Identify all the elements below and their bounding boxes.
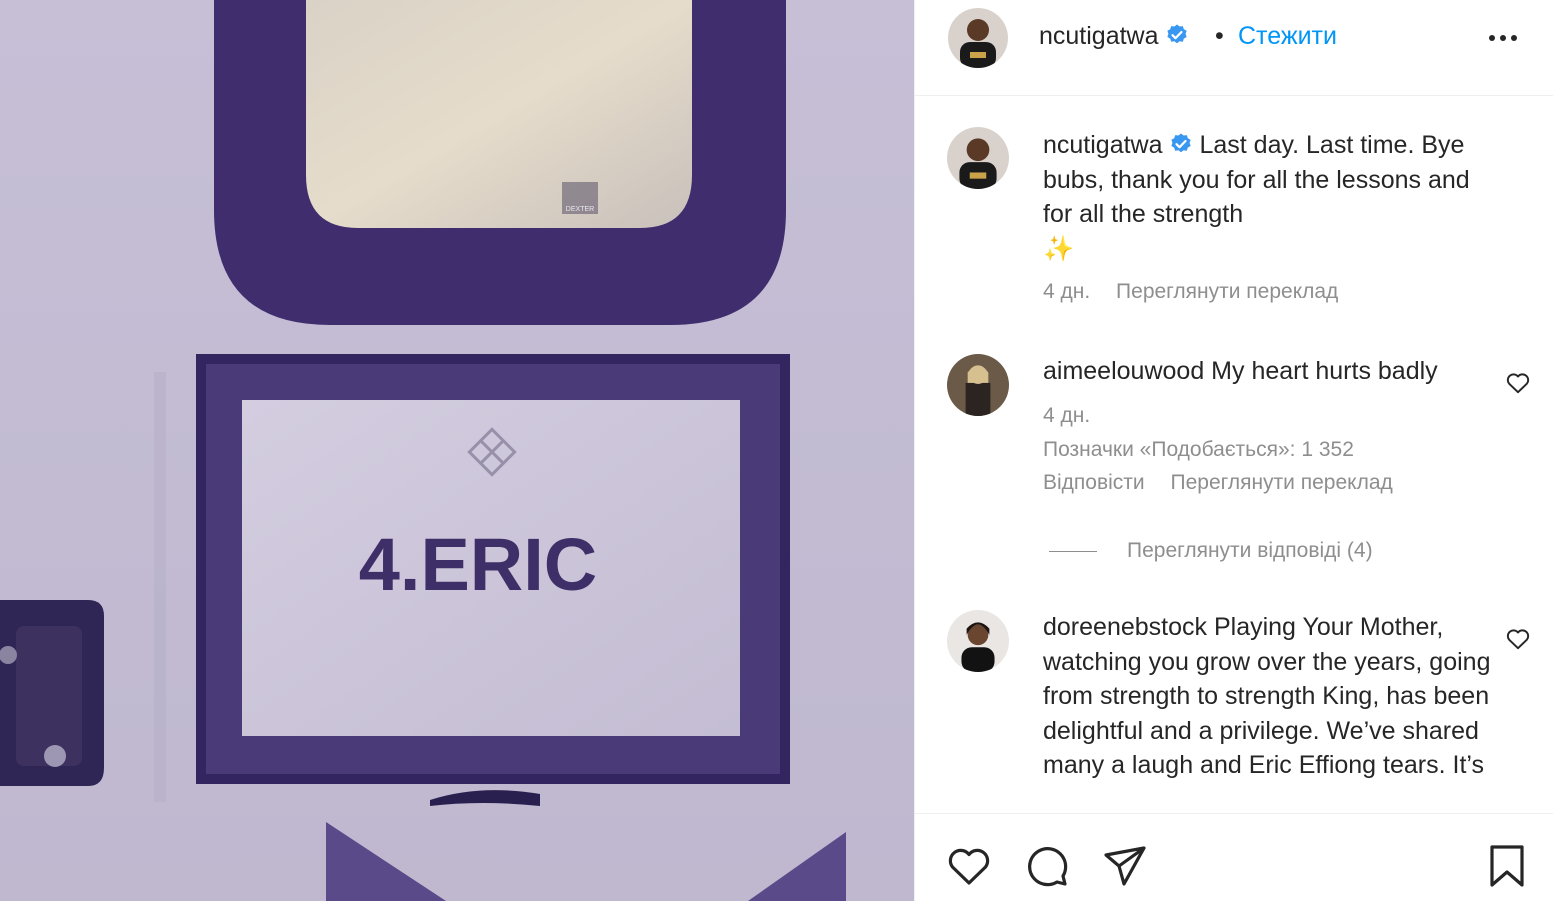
comment-actions: Відповісти Переглянути переклад — [1043, 471, 1393, 495]
verified-icon — [1170, 133, 1191, 153]
more-options-icon[interactable] — [1485, 20, 1521, 56]
room-sign-text: 4.ERIC — [359, 523, 598, 606]
caption-emoji: ✨ — [1043, 234, 1075, 263]
caption-time[interactable]: 4 дн. — [1043, 280, 1090, 303]
comments-list[interactable]: ncutigatwa Last day. Last time. Bye bubs… — [915, 97, 1553, 813]
heart-icon[interactable] — [945, 842, 993, 890]
comment-author[interactable]: doreenebstock — [1043, 613, 1207, 641]
post-header: ncutigatwa • Стежити — [915, 0, 1553, 96]
caption-translate-link[interactable]: Переглянути переклад — [1116, 280, 1338, 303]
comment-like-heart-icon[interactable] — [1505, 626, 1531, 652]
comment-author[interactable]: aimeelouwood — [1043, 357, 1204, 385]
comment-translate-link[interactable]: Переглянути переклад — [1171, 471, 1393, 494]
caption-meta: 4 дн. Переглянути переклад — [1043, 280, 1338, 304]
comment-body: aimeelouwood My heart hurts badly — [1043, 354, 1503, 389]
username-text[interactable]: ncutigatwa — [1039, 22, 1159, 50]
comment-icon[interactable] — [1023, 842, 1071, 890]
author-username[interactable]: ncutigatwa — [1039, 22, 1189, 51]
photo-scene: DEXTER 4.ERIC — [0, 0, 914, 901]
comment-time[interactable]: 4 дн. — [1043, 404, 1090, 428]
header-separator: • — [1215, 22, 1224, 50]
author-avatar[interactable] — [948, 8, 1008, 68]
bookmark-icon[interactable] — [1483, 842, 1531, 890]
verified-icon — [1166, 24, 1187, 44]
view-replies-divider — [1049, 550, 1097, 552]
caption-author[interactable]: ncutigatwa — [1043, 131, 1163, 159]
reply-link[interactable]: Відповісти — [1043, 471, 1145, 494]
view-replies-link[interactable]: Переглянути відповіді (4) — [1049, 539, 1373, 563]
post-photo[interactable]: DEXTER 4.ERIC — [0, 0, 914, 901]
mirror-label: DEXTER — [566, 206, 594, 213]
caption-author-avatar[interactable] — [947, 127, 1009, 189]
post-action-bar — [915, 813, 1553, 901]
comment-like-heart-icon[interactable] — [1505, 370, 1531, 396]
post-side-panel: ncutigatwa • Стежити ncutigatwa Last day… — [914, 0, 1553, 901]
commenter-avatar[interactable] — [947, 354, 1009, 416]
view-replies-text[interactable]: Переглянути відповіді (4) — [1127, 539, 1373, 562]
comment-text: My heart hurts badly — [1211, 357, 1438, 385]
share-icon[interactable] — [1101, 842, 1149, 890]
comment-body: doreenebstock Playing Your Mother, watch… — [1043, 610, 1503, 783]
comment-likes-count[interactable]: Позначки «Подобається»: 1 352 — [1043, 438, 1354, 462]
follow-button[interactable]: Стежити — [1238, 22, 1337, 51]
caption-body: ncutigatwa Last day. Last time. Bye bubs… — [1043, 128, 1503, 266]
commenter-avatar[interactable] — [947, 610, 1009, 672]
